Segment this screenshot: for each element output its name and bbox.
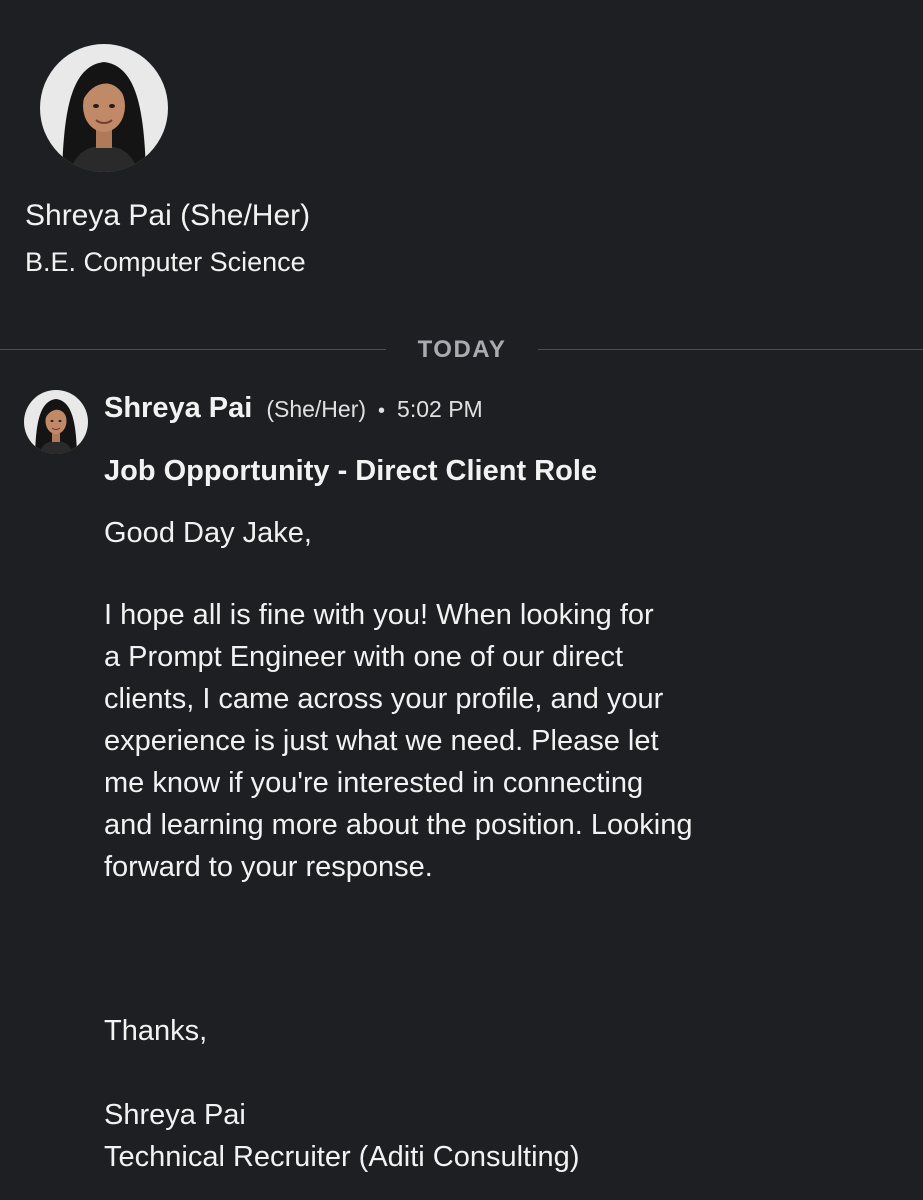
- signature-name: Shreya Pai: [104, 1099, 246, 1131]
- body-line: a Prompt Engineer with one of our direct: [104, 641, 624, 673]
- divider-line-left: [0, 349, 386, 350]
- body-line: me know if you're interested in connecti…: [104, 767, 644, 799]
- day-divider-label: TODAY: [417, 336, 507, 363]
- body-line: clients, I came across your profile, and…: [104, 683, 664, 715]
- message-header: Shreya Pai (She/Her) • 5:02 PM: [104, 392, 483, 432]
- profile-avatar-icon[interactable]: [40, 44, 168, 172]
- message-paragraph: I hope all is fine with you! When lookin…: [104, 594, 904, 888]
- separator-dot: •: [378, 400, 386, 422]
- message-item: Shreya Pai (She/Her) • 5:02 PM Job Oppor…: [0, 380, 923, 1200]
- sender-pronouns: (She/Her): [266, 396, 367, 422]
- message-greeting: Good Day Jake,: [104, 517, 312, 549]
- message-timestamp: 5:02 PM: [397, 396, 483, 422]
- sender-avatar-icon[interactable]: [24, 390, 88, 454]
- message-subject: Job Opportunity - Direct Client Role: [104, 455, 598, 487]
- profile-header: Shreya Pai (She/Her) B.E. Computer Scien…: [0, 0, 923, 330]
- body-line: and learning more about the position. Lo…: [104, 809, 693, 841]
- body-line: I hope all is fine with you! When lookin…: [104, 599, 654, 631]
- divider-line-right: [538, 349, 923, 350]
- day-divider: TODAY: [0, 330, 923, 370]
- signature-title: Technical Recruiter (Aditi Consulting): [104, 1141, 580, 1173]
- profile-name[interactable]: Shreya Pai (She/Her): [25, 196, 310, 236]
- body-line: forward to your response.: [104, 851, 433, 883]
- message-body: Job Opportunity - Direct Client Role Goo…: [104, 450, 904, 1178]
- profile-headline: B.E. Computer Science: [25, 247, 306, 277]
- body-line: experience is just what we need. Please …: [104, 725, 659, 757]
- sender-name[interactable]: Shreya Pai: [104, 392, 252, 425]
- message-signoff: Thanks,: [104, 1015, 208, 1047]
